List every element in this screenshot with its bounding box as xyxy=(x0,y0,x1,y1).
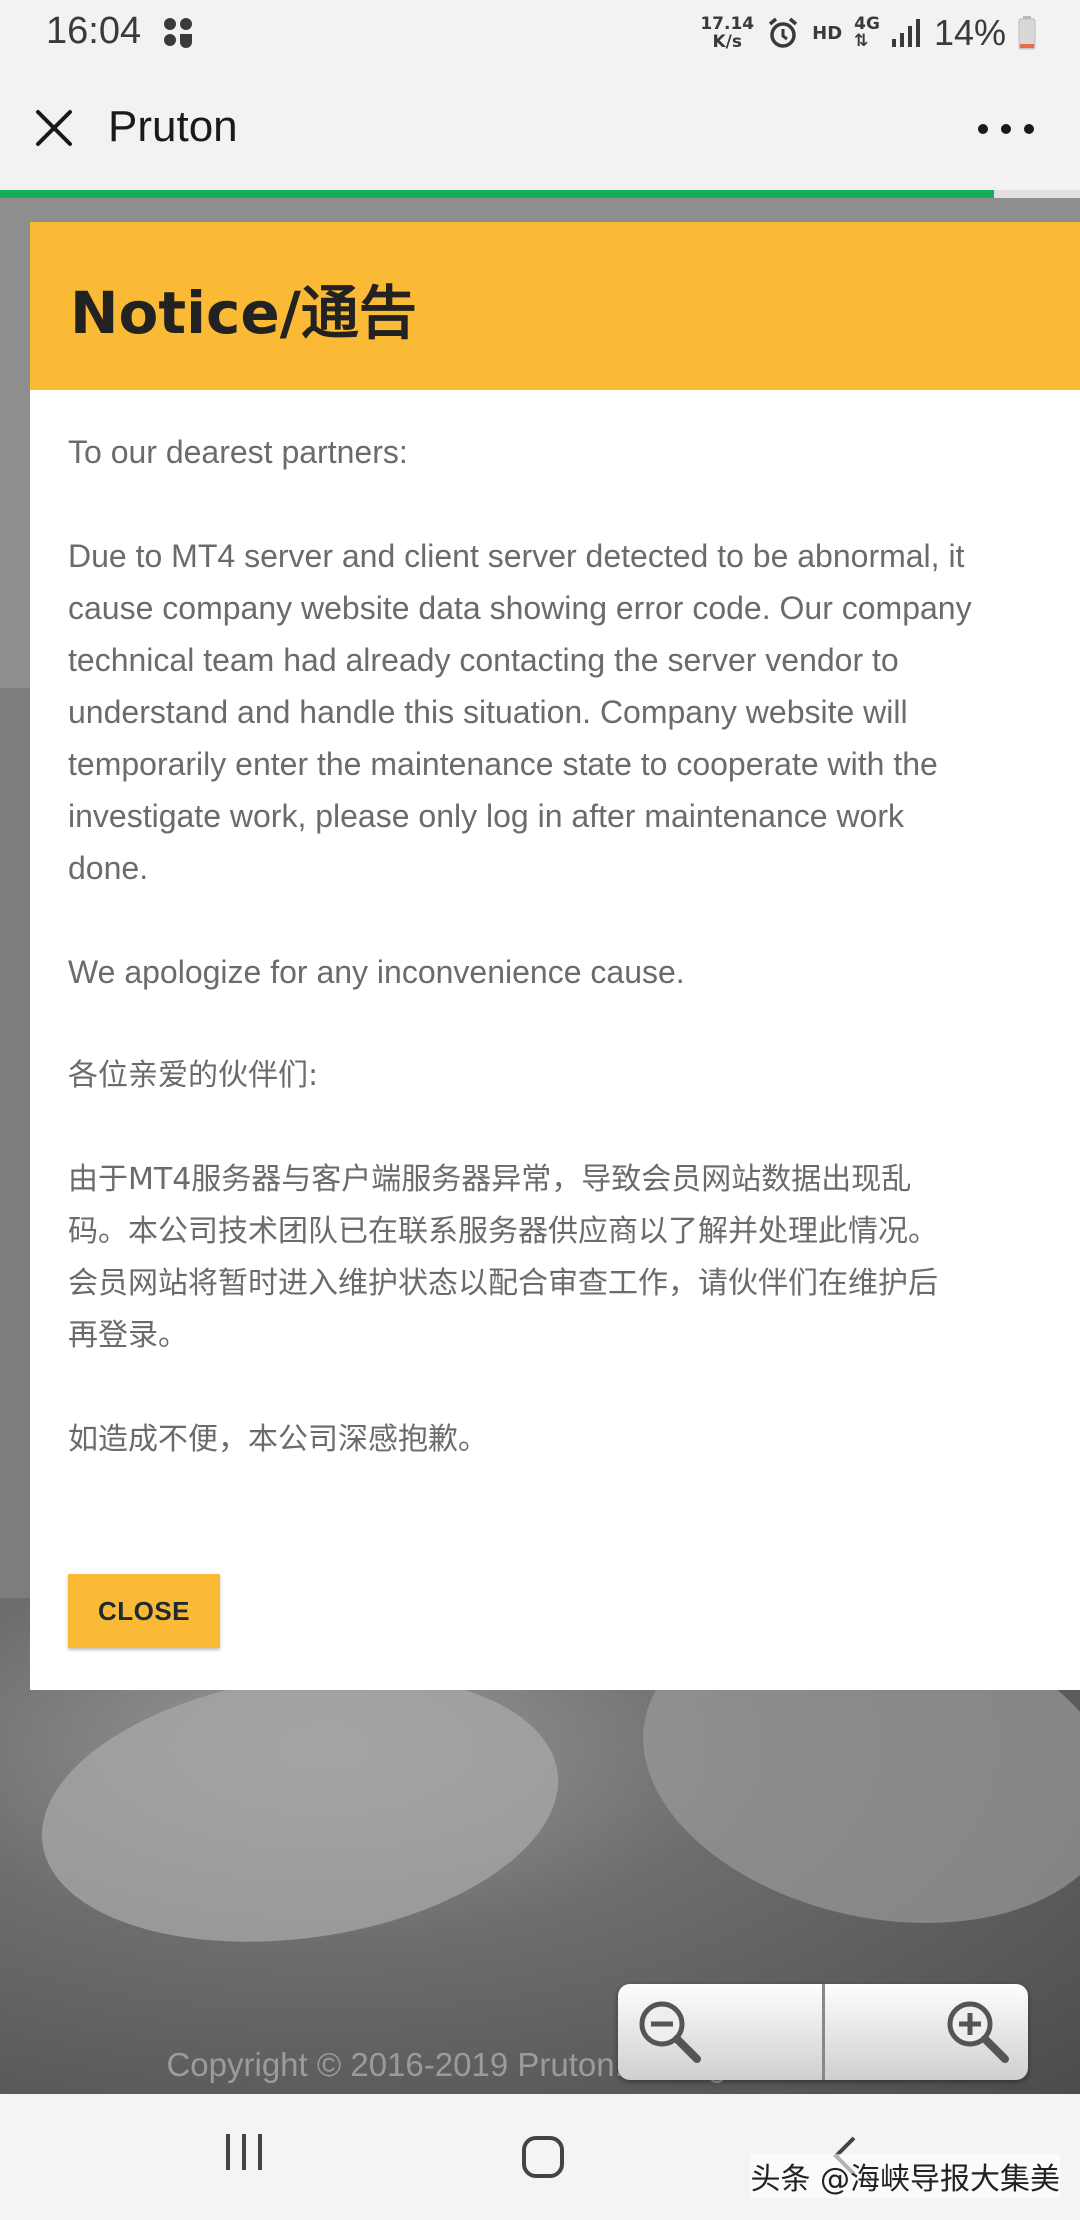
page-load-progress xyxy=(0,190,1080,198)
signal-icon xyxy=(891,19,920,47)
net-speed-unit: K/s xyxy=(712,32,742,52)
dialog-title: Notice/通告 xyxy=(70,279,417,347)
page-load-progress-fill xyxy=(0,190,994,198)
watermark: 头条 @海峡导报大集美 xyxy=(750,2154,1060,2198)
close-button[interactable]: CLOSE xyxy=(68,1574,220,1648)
more-options-icon[interactable] xyxy=(976,122,1036,136)
status-bar: 16:04 17.14 K/s HD 4G ⇅ 14% xyxy=(0,0,1080,66)
body-zh-line: 会员网站将暂时进入维护状态以配合审查工作，请伙伴们在维护后 xyxy=(68,1266,938,1301)
body-en-line: cause company website data showing error… xyxy=(68,590,972,626)
dialog-header: Notice/通告 xyxy=(30,222,1080,390)
body-en-line: done. xyxy=(68,850,149,886)
body-en-line: temporarily enter the maintenance state … xyxy=(68,746,938,782)
recent-apps-icon[interactable] xyxy=(222,2132,266,2172)
body-en-line: understand and handle this situation. Co… xyxy=(68,694,908,730)
home-icon[interactable] xyxy=(521,2135,565,2179)
close-icon[interactable] xyxy=(30,104,78,152)
app-bar: Pruton xyxy=(0,66,1080,190)
zoom-out-icon xyxy=(639,2001,701,2063)
notice-body-zh: 由于MT4服务器与客户端服务器异常，导致会员网站数据出现乱 码。本公司技术团队已… xyxy=(68,1154,1080,1362)
hd-indicator: HD xyxy=(812,22,843,44)
notice-body-en: Due to MT4 server and client server dete… xyxy=(68,530,1080,894)
status-time: 16:04 xyxy=(46,10,142,52)
zoom-controls xyxy=(618,1984,1028,2080)
status-indicators: 17.14 K/s HD 4G ⇅ 14% xyxy=(700,8,1036,58)
dialog-body: To our dearest partners: Due to MT4 serv… xyxy=(68,426,1080,1518)
apology-en: We apologize for any inconvenience cause… xyxy=(68,954,685,990)
data-arrows-icon: ⇅ xyxy=(854,31,869,51)
body-en-line: investigate work, please only log in aft… xyxy=(68,798,904,834)
battery-percent: 14% xyxy=(933,12,1006,53)
zoom-out-button[interactable] xyxy=(618,1984,822,2080)
page-title: Pruton xyxy=(108,102,238,151)
net-speed-value: 17.14 xyxy=(700,14,755,34)
network-type: 4G ⇅ xyxy=(854,16,880,50)
notice-dialog: Notice/通告 To our dearest partners: Due t… xyxy=(30,222,1080,1690)
body-zh-line: 由于MT4服务器与客户端服务器异常，导致会员网站数据出现乱 xyxy=(68,1162,912,1197)
body-en-line: Due to MT4 server and client server dete… xyxy=(68,538,965,574)
notification-icon xyxy=(164,18,192,48)
system-nav-bar: 头条 @海峡导报大集美 xyxy=(0,2094,1080,2220)
body-en-line: technical team had already contacting th… xyxy=(68,642,899,678)
greeting-zh: 各位亲爱的伙伴们: xyxy=(68,1058,319,1093)
battery-icon xyxy=(1018,16,1036,50)
alarm-icon xyxy=(769,17,798,48)
greeting-en: To our dearest partners: xyxy=(68,434,408,470)
body-zh-line: 码。本公司技术团队已在联系服务器供应商以了解并处理此情况。 xyxy=(68,1214,938,1249)
net-speed: 17.14 K/s xyxy=(700,15,754,51)
zoom-in-button[interactable] xyxy=(821,1984,1029,2080)
apology-zh: 如造成不便，本公司深感抱歉。 xyxy=(68,1422,488,1457)
body-zh-line: 再登录。 xyxy=(68,1318,188,1353)
zoom-in-icon xyxy=(947,2001,1009,2063)
